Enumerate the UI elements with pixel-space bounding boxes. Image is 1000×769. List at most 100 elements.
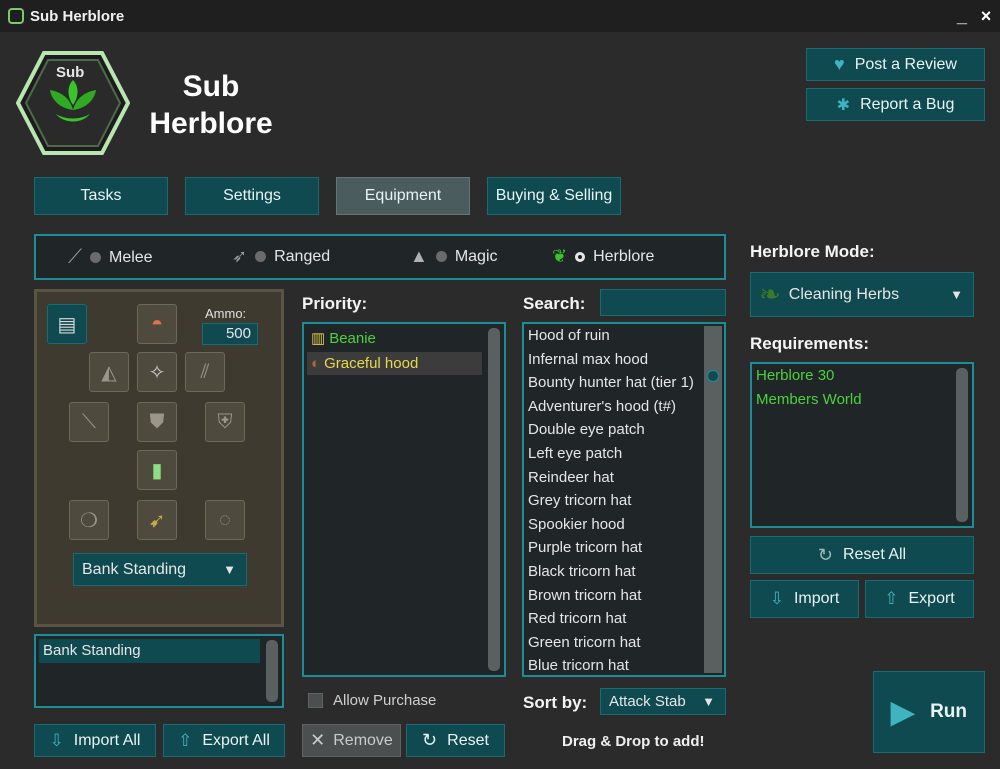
sort-dropdown-value: Attack Stab	[609, 693, 686, 710]
list-item[interactable]: Left eye patch	[524, 442, 704, 466]
tab-equipment[interactable]: Equipment	[336, 177, 470, 215]
requirements-list: Herblore 30 Members World	[750, 362, 974, 528]
search-input[interactable]	[600, 289, 726, 316]
import-all-button[interactable]: ⇩ Import All	[34, 724, 156, 757]
search-scrollbar[interactable]	[704, 326, 722, 673]
scroll-thumb[interactable]	[707, 370, 719, 382]
drag-drop-hint: Drag & Drop to add!	[562, 733, 705, 750]
run-button[interactable]: ▶ Run	[873, 671, 985, 753]
style-herblore[interactable]: ❦ Herblore	[552, 246, 654, 267]
melee-label: Melee	[109, 248, 153, 266]
sort-dropdown[interactable]: Attack Stab ▼	[600, 688, 726, 715]
tab-buying-selling[interactable]: Buying & Selling	[487, 177, 621, 215]
list-item[interactable]: Red tricorn hat	[524, 607, 704, 631]
allow-purchase[interactable]: Allow Purchase	[308, 692, 436, 709]
list-item[interactable]: Infernal max hood	[524, 348, 704, 372]
gloves-slot-icon[interactable]: ❍	[69, 500, 109, 540]
magic-radio[interactable]	[435, 251, 447, 262]
preset-scrollbar[interactable]	[266, 640, 278, 702]
equipment-panel: ▤ ◓ Ammo: 500 ◭ ✧ ⫽ ⟍ ⛊ ⛨ ▮ ❍ ➹ ◌ Bank S…	[34, 289, 284, 627]
import-label: Import	[793, 590, 840, 607]
app-title-line2: Herblore	[149, 107, 273, 140]
bow-icon: ➶	[232, 246, 248, 266]
allow-purchase-checkbox[interactable]	[308, 693, 323, 708]
neck-slot-icon[interactable]: ✧	[137, 352, 177, 392]
app-icon	[8, 8, 24, 24]
list-item[interactable]: Green tricorn hat	[524, 631, 704, 655]
ranged-radio[interactable]	[255, 251, 267, 262]
priority-scrollbar[interactable]	[488, 328, 500, 671]
list-item[interactable]: Double eye patch	[524, 418, 704, 442]
melee-radio[interactable]	[90, 252, 101, 263]
tab-settings[interactable]: Settings	[185, 177, 319, 215]
ring-slot-icon[interactable]: ◌	[205, 500, 245, 540]
close-button[interactable]: ×	[974, 4, 998, 28]
report-bug-label: Report a Bug	[860, 95, 955, 113]
herblore-mode-dropdown[interactable]: ❧ Cleaning Herbs ▼	[750, 272, 974, 317]
ammo-slot-icon[interactable]: ⫽	[185, 352, 225, 392]
preset-list: Bank Standing	[34, 634, 284, 708]
beanie-icon: ▥	[311, 330, 326, 347]
weapon-slot-icon[interactable]: ⟍	[69, 402, 109, 442]
list-item: Members World	[756, 390, 862, 408]
list-item[interactable]: Hood of ruin	[524, 324, 704, 348]
export-all-button[interactable]: ⇧ Export All	[163, 724, 285, 757]
combat-style-bar: ⟋ Melee ➶ Ranged ▲ Magic ❦ Herblore	[34, 234, 726, 280]
bug-icon: ✱	[836, 96, 851, 114]
body-slot-icon[interactable]: ⛊	[137, 402, 177, 442]
style-magic[interactable]: ▲ Magic	[410, 246, 498, 267]
allow-purchase-label: Allow Purchase	[333, 692, 437, 709]
priority-label: Priority:	[302, 294, 368, 313]
import-icon: ⇩	[769, 589, 784, 608]
bank-tab-icon[interactable]: ▤	[47, 304, 87, 344]
list-item[interactable]: Reindeer hat	[524, 466, 704, 490]
list-item[interactable]: Bounty hunter hat (tier 1)	[524, 371, 704, 395]
priority-list: ▥ Beanie ◐ Graceful hood	[302, 322, 506, 677]
style-ranged[interactable]: ➶ Ranged	[232, 246, 330, 267]
reset-all-button[interactable]: ↻ Reset All	[750, 536, 974, 574]
export-icon: ⇧	[178, 730, 193, 750]
run-label: Run	[930, 701, 967, 722]
shield-slot-icon[interactable]: ⛨	[205, 402, 245, 442]
list-item[interactable]: Purple tricorn hat	[524, 536, 704, 560]
export-button[interactable]: ⇧ Export	[865, 580, 974, 618]
chevron-down-icon: ▼	[702, 694, 715, 709]
ammo-input[interactable]: 500	[202, 323, 258, 345]
style-melee[interactable]: ⟋ Melee	[68, 246, 153, 269]
remove-button[interactable]: ✕ Remove	[302, 724, 401, 757]
report-bug-button[interactable]: ✱ Report a Bug	[806, 88, 985, 121]
reset-all-label: Reset All	[842, 546, 907, 563]
herblore-mode-value: Cleaning Herbs	[788, 285, 900, 303]
list-item[interactable]: ◐ Graceful hood	[307, 351, 482, 376]
list-item[interactable]: Blue tricorn hat	[524, 654, 704, 675]
reset-button[interactable]: ↻ Reset	[406, 724, 505, 757]
herblore-radio[interactable]	[575, 251, 586, 262]
list-item[interactable]: Black tricorn hat	[524, 560, 704, 584]
tab-tasks[interactable]: Tasks	[34, 177, 168, 215]
import-button[interactable]: ⇩ Import	[750, 580, 859, 618]
export-all-label: Export All	[202, 731, 270, 749]
heart-icon: ♥	[834, 54, 845, 74]
preset-dropdown[interactable]: Bank Standing ▼	[73, 553, 247, 586]
search-results-list: Hood of ruin Infernal max hood Bounty hu…	[522, 322, 726, 677]
post-review-button[interactable]: ♥ Post a Review	[806, 48, 985, 81]
priority-item-label: Graceful hood	[324, 354, 419, 372]
head-slot-beanie-icon[interactable]: ◓	[137, 304, 177, 344]
list-item[interactable]: Bank Standing	[39, 639, 260, 663]
list-item[interactable]: Spookier hood	[524, 513, 704, 537]
sort-label: Sort by:	[523, 693, 588, 712]
list-item[interactable]: Adventurer's hood (t#)	[524, 395, 704, 419]
sword-icon: ⟋	[68, 246, 82, 268]
list-item[interactable]: Brown tricorn hat	[524, 584, 704, 608]
requirements-scrollbar[interactable]	[956, 368, 968, 522]
priority-item-label: Beanie	[329, 330, 376, 347]
cape-slot-icon[interactable]: ◭	[89, 352, 129, 392]
app-title-line1: Sub	[182, 70, 240, 103]
minimize-button[interactable]: _	[950, 4, 974, 28]
list-item[interactable]: ▥ Beanie	[307, 327, 482, 351]
boots-slot-icon[interactable]: ➹	[137, 500, 177, 540]
list-item[interactable]: Grey tricorn hat	[524, 489, 704, 513]
ammo-label: Ammo:	[205, 306, 247, 321]
refresh-icon: ↻	[422, 730, 438, 750]
legs-slot-icon[interactable]: ▮	[137, 450, 177, 490]
